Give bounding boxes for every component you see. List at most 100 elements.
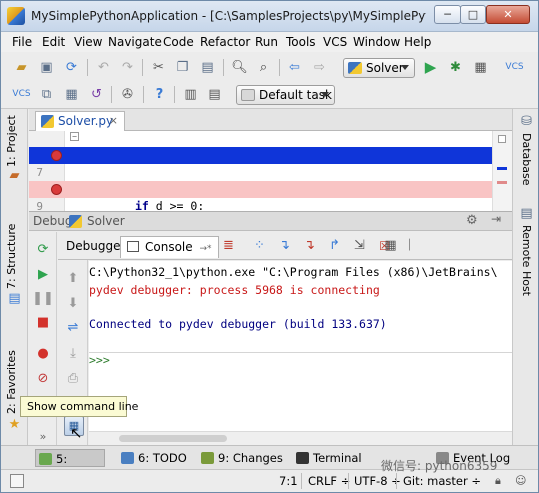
lock-icon[interactable]: 🔒︎	[495, 474, 501, 488]
tab-favorites[interactable]: 2: Favorites	[5, 350, 18, 414]
database-icon[interactable]: ⛁	[518, 113, 535, 130]
tasks-icon[interactable]: ▥	[182, 86, 199, 103]
vcs-update-icon[interactable]: VCS	[505, 59, 523, 76]
breakpoint-line[interactable]: 9 disc = math.sqrt(d)	[29, 181, 492, 211]
tool-tab-debug[interactable]: 5: Debug	[35, 449, 105, 484]
code-editor[interactable]: 6 − def demo(self, a, b, c): 7 d = b ** …	[29, 131, 512, 211]
menu-help[interactable]: Help	[404, 35, 431, 49]
file-encoding[interactable]: UTF-8 ÷	[354, 474, 401, 488]
console-prompt[interactable]: >>>	[89, 353, 110, 367]
back-icon[interactable]: ⇦	[286, 59, 303, 76]
tool-tab-todo[interactable]: 6: TODO	[118, 449, 187, 467]
menu-refactor[interactable]: Refactor	[200, 35, 250, 49]
tab-database[interactable]: Database	[520, 133, 533, 186]
minimize-button[interactable]: ─	[434, 5, 461, 24]
error-stripe-mark[interactable]	[497, 167, 507, 170]
structure-icon[interactable]: ▤	[6, 290, 23, 307]
tab-project[interactable]: 1: Project	[5, 115, 18, 167]
settings-grid-icon[interactable]: ▦	[382, 237, 399, 254]
rerun-icon[interactable]: ⟳	[35, 241, 51, 257]
console-output[interactable]: C:\Python32_1\python.exe "C:\Program Fil…	[89, 261, 512, 431]
undo-icon[interactable]: ↶	[95, 59, 112, 76]
gear-icon[interactable]: ⚙	[466, 213, 478, 228]
toggle-tool-windows-icon[interactable]	[10, 474, 24, 488]
menu-tools[interactable]: Tools	[286, 35, 316, 49]
coverage-icon[interactable]: ▦	[472, 59, 489, 76]
find-icon[interactable]: 🔍︎	[231, 59, 248, 76]
cut-icon[interactable]: ✂	[150, 59, 167, 76]
tab-remote-host[interactable]: Remote Host	[520, 225, 533, 296]
scroll-to-end-icon[interactable]: ⤓	[65, 345, 81, 361]
stop-icon[interactable]: ■	[35, 314, 51, 330]
replace-icon[interactable]: ⌕	[255, 59, 272, 76]
scroll-up-icon[interactable]: ⬆	[65, 270, 81, 286]
tool-tab-changes[interactable]: 9: Changes	[198, 449, 283, 467]
menu-window[interactable]: Window	[353, 35, 400, 49]
pause-icon[interactable]: ❚❚	[32, 290, 54, 306]
task-select[interactable]: Default task	[236, 85, 335, 105]
vcs-commit-icon[interactable]: VCS	[12, 86, 30, 103]
inspector-icon[interactable]: ☺	[515, 474, 526, 487]
step-over-icon[interactable]: ⁘	[251, 237, 268, 254]
breakpoint-icon[interactable]	[51, 184, 62, 195]
redo-icon[interactable]: ↷	[119, 59, 136, 76]
sync-icon[interactable]: ⟳	[63, 59, 80, 76]
force-step-into-icon[interactable]: ↴	[301, 237, 318, 254]
fold-icon[interactable]: −	[70, 132, 79, 141]
breakpoint-icon[interactable]	[51, 150, 62, 161]
menu-view[interactable]: View	[74, 35, 102, 49]
paste-icon[interactable]: ▤	[199, 59, 216, 76]
menu-code[interactable]: Code	[163, 35, 194, 49]
task-context-icon[interactable]: ▤	[206, 86, 223, 103]
menu-vcs[interactable]: VCS	[323, 35, 347, 49]
console-horizontal-scrollbar[interactable]	[89, 431, 512, 445]
mute-breakpoints-icon[interactable]: ⊘	[35, 370, 51, 386]
settings-wrench-icon[interactable]: ✇	[119, 86, 136, 103]
view-breakpoints-icon[interactable]: ●	[35, 345, 51, 361]
more-actions-icon[interactable]: »	[35, 428, 51, 444]
copy-icon[interactable]: ❐	[174, 59, 191, 76]
favorites-star-icon[interactable]: ★	[6, 416, 23, 433]
show-execution-point-icon[interactable]: ≣	[220, 237, 237, 254]
compare-icon[interactable]: ⧉	[38, 86, 55, 103]
tab-structure[interactable]: 7: Structure	[5, 224, 18, 289]
run-config-select[interactable]: Solver	[343, 58, 415, 78]
run-to-cursor-icon[interactable]: ⇲	[351, 237, 368, 254]
close-tab-icon[interactable]: ×	[109, 112, 118, 130]
menu-edit[interactable]: Edit	[42, 35, 65, 49]
menu-file[interactable]: File	[12, 35, 32, 49]
error-stripe-mark[interactable]	[497, 181, 507, 184]
revert-icon[interactable]: ↺	[88, 86, 105, 103]
print-icon[interactable]: ⎙	[65, 370, 81, 386]
save-icon[interactable]: ▣	[38, 59, 55, 76]
scrollbar-thumb[interactable]	[119, 435, 227, 442]
code-line[interactable]: 8 if d >= 0:	[29, 164, 492, 211]
project-icon[interactable]: ▰	[6, 167, 23, 184]
forward-icon[interactable]: ⇨	[311, 59, 328, 76]
scroll-down-icon[interactable]: ⬇	[65, 295, 81, 311]
caret-position[interactable]: 7:1	[279, 474, 298, 488]
editor-tab-solver[interactable]: Solver.py ×	[35, 111, 125, 131]
inspection-indicator-icon[interactable]	[498, 135, 506, 143]
soft-wrap-icon[interactable]: ⇌	[65, 319, 81, 335]
remote-host-icon[interactable]: ▤	[518, 205, 535, 222]
menu-navigate[interactable]: Navigate	[108, 35, 162, 49]
hide-panel-icon[interactable]: ⇥	[491, 212, 501, 226]
step-into-icon[interactable]: ↴	[276, 237, 293, 254]
step-out-icon[interactable]: ↱	[326, 237, 343, 254]
line-separator[interactable]: CRLF ÷	[308, 474, 350, 488]
menu-run[interactable]: Run	[255, 35, 278, 49]
history-icon[interactable]: ▦	[63, 86, 80, 103]
current-execution-line[interactable]: 7 d = b ** 2 - 4 * a * c	[29, 147, 492, 211]
open-folder-icon[interactable]: ▰	[13, 59, 30, 76]
vcs-branch[interactable]: Git: master ÷	[403, 474, 481, 488]
close-button[interactable]: ✕	[486, 5, 530, 24]
debug-bug-icon[interactable]: ✱	[447, 59, 464, 76]
tab-console[interactable]: Console →*	[120, 236, 219, 258]
tool-tab-terminal[interactable]: Terminal	[293, 449, 362, 467]
help-icon[interactable]: ?	[151, 86, 168, 103]
run-icon[interactable]: ▶	[422, 59, 439, 76]
maximize-button[interactable]: □	[460, 5, 486, 24]
resume-icon[interactable]: ▶	[35, 266, 51, 282]
code-line[interactable]: 6 − def demo(self, a, b, c):	[29, 131, 492, 194]
